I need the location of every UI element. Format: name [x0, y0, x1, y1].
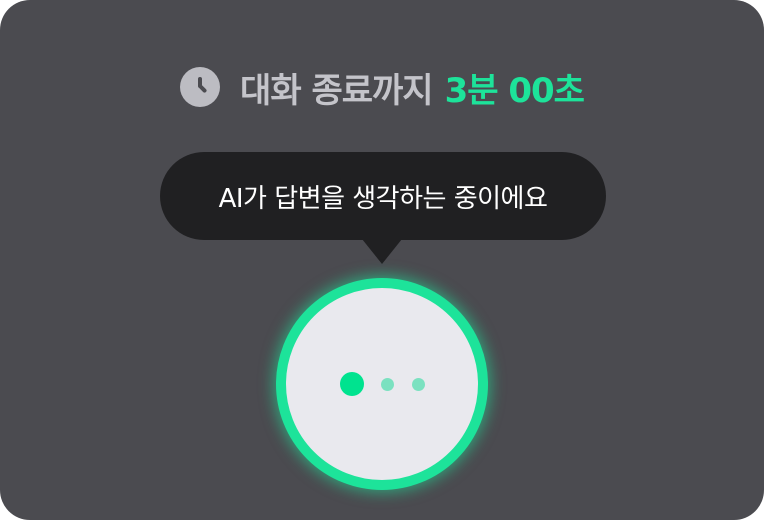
- thinking-dot-active: [339, 372, 364, 396]
- timer-text: 대화 종료까지 3분 00초: [240, 63, 585, 112]
- thinking-dot: [380, 377, 394, 391]
- voice-button[interactable]: [276, 278, 488, 490]
- clock-icon: [180, 67, 221, 107]
- thinking-dot: [411, 377, 425, 391]
- countdown-timer: 대화 종료까지 3분 00초: [0, 60, 764, 114]
- timer-value: 3분 00초: [444, 70, 585, 111]
- conversation-panel: 대화 종료까지 3분 00초 AI가 답변을 생각하는 중이에요: [0, 0, 764, 520]
- tooltip-pointer: [362, 239, 402, 264]
- status-tooltip: AI가 답변을 생각하는 중이에요: [160, 152, 606, 240]
- status-message: AI가 답변을 생각하는 중이에요: [218, 183, 548, 214]
- timer-label: 대화 종료까지: [240, 70, 434, 111]
